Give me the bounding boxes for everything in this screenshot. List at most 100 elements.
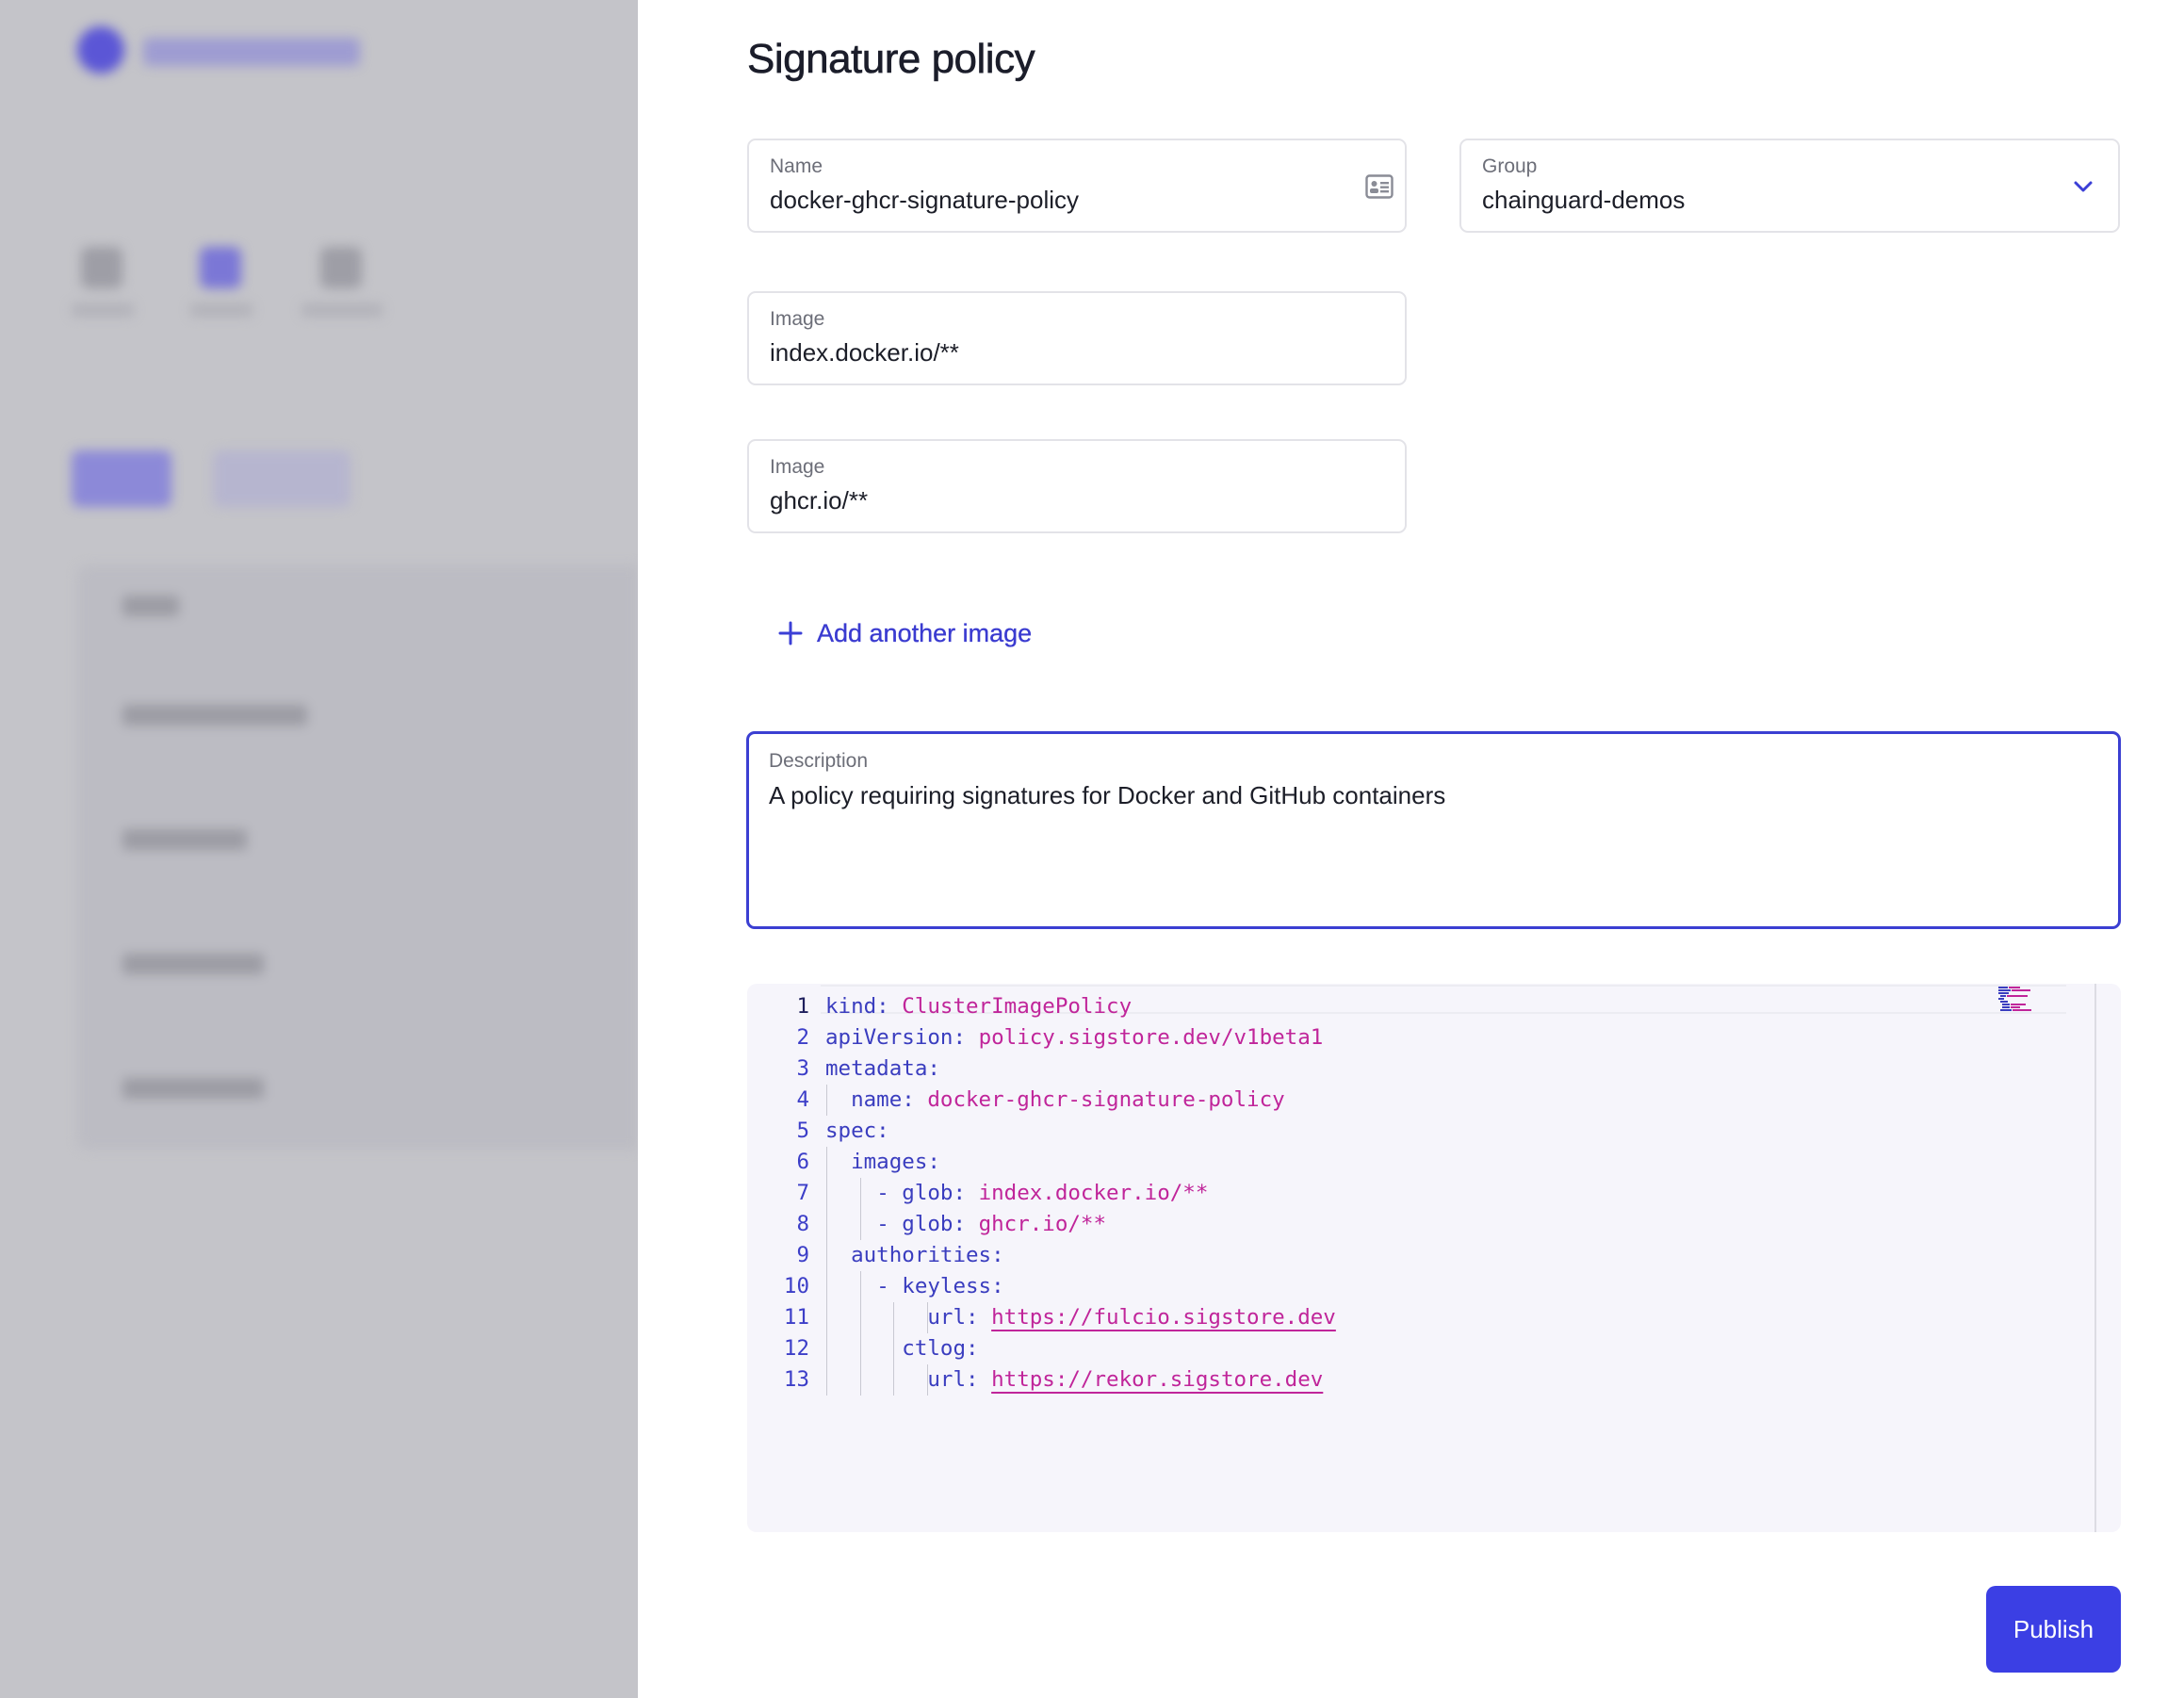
code-text[interactable]: name: docker-ghcr-signature-policy xyxy=(825,1085,1285,1116)
indent-guide xyxy=(826,1209,827,1240)
code-line[interactable]: 3 metadata: xyxy=(747,1053,2066,1085)
plus-icon xyxy=(778,621,803,645)
image-field-1[interactable]: Image index.docker.io/** xyxy=(747,291,1407,385)
code-line[interactable]: 13 url: https://rekor.sigstore.dev xyxy=(747,1364,2066,1396)
yaml-value: policy.sigstore.dev/v1beta1 xyxy=(978,1025,1324,1050)
image-field-2[interactable]: Image ghcr.io/** xyxy=(747,439,1407,533)
code-line[interactable]: 5 spec: xyxy=(747,1116,2066,1147)
yaml-key: authorities: xyxy=(851,1243,1004,1267)
line-number: 10 xyxy=(783,1274,809,1298)
yaml-value: ClusterImagePolicy xyxy=(902,994,1133,1019)
image-label: Image xyxy=(770,308,825,330)
code-text[interactable]: - keyless: xyxy=(825,1271,1004,1302)
add-another-image-button[interactable]: Add another image xyxy=(777,614,1032,652)
yaml-key: - glob: xyxy=(876,1181,967,1205)
chevron-down-icon[interactable] xyxy=(2071,174,2095,199)
name-field[interactable]: Name docker-ghcr-signature-policy xyxy=(747,139,1407,233)
code-text[interactable]: - glob: index.docker.io/** xyxy=(825,1178,1208,1209)
name-label: Name xyxy=(770,155,823,177)
yaml-key: metadata: xyxy=(825,1056,940,1081)
nav-icon xyxy=(320,247,362,288)
code-text[interactable]: authorities: xyxy=(825,1240,1004,1271)
indent-guide xyxy=(826,1333,827,1364)
yaml-key: - keyless: xyxy=(876,1274,1004,1298)
description-value[interactable]: A policy requiring signatures for Docker… xyxy=(769,781,1445,810)
yaml-key: url: xyxy=(927,1305,979,1330)
code-line[interactable]: 8 - glob: ghcr.io/** xyxy=(747,1209,2066,1240)
image-value[interactable]: index.docker.io/** xyxy=(770,338,959,367)
code-text[interactable]: metadata: xyxy=(825,1053,940,1085)
indent-guide xyxy=(859,1209,861,1240)
indent-guide xyxy=(826,1085,827,1116)
yaml-link-value[interactable]: https://rekor.sigstore.dev xyxy=(991,1367,1323,1392)
app-logo xyxy=(77,26,124,73)
line-number: 12 xyxy=(783,1336,809,1361)
code-text[interactable]: url: https://fulcio.sigstore.dev xyxy=(825,1302,1336,1333)
indent-guide xyxy=(826,1302,827,1333)
contact-card-icon xyxy=(1365,174,1394,199)
description-field[interactable]: Description A policy requiring signature… xyxy=(746,731,2121,929)
group-select[interactable]: Group chainguard-demos xyxy=(1459,139,2120,233)
yaml-key: name: xyxy=(851,1087,915,1112)
group-label: Group xyxy=(1482,155,1538,177)
code-line[interactable]: 9 authorities: xyxy=(747,1240,2066,1271)
code-line[interactable]: 6 images: xyxy=(747,1147,2066,1178)
indent-guide xyxy=(859,1333,861,1364)
code-text[interactable]: kind: ClusterImagePolicy xyxy=(825,991,1132,1022)
yaml-key: images: xyxy=(851,1150,940,1174)
name-value[interactable]: docker-ghcr-signature-policy xyxy=(770,186,1079,215)
image-value[interactable]: ghcr.io/** xyxy=(770,486,868,515)
editor-scrollbar[interactable] xyxy=(2094,984,2096,1532)
signature-policy-panel: Signature policy Name docker-ghcr-signat… xyxy=(638,0,2184,1698)
code-text[interactable]: images: xyxy=(825,1147,940,1178)
nav-icon xyxy=(81,247,122,288)
code-line[interactable]: 4 name: docker-ghcr-signature-policy xyxy=(747,1085,2066,1116)
line-number: 4 xyxy=(796,1087,809,1112)
yaml-value: ghcr.io/** xyxy=(978,1212,1107,1236)
indent-guide xyxy=(859,1364,861,1396)
code-text[interactable]: url: https://rekor.sigstore.dev xyxy=(825,1364,1323,1396)
indent-guide xyxy=(926,1302,928,1333)
code-text[interactable]: spec: xyxy=(825,1116,889,1147)
publish-button[interactable]: Publish xyxy=(1986,1586,2121,1673)
image-label: Image xyxy=(770,456,825,478)
blurred-background-app xyxy=(0,0,638,1698)
yaml-key: apiVersion: xyxy=(825,1025,967,1050)
yaml-code-editor[interactable]: 1 kind: ClusterImagePolicy 2 apiVersion: po… xyxy=(747,984,2121,1532)
yaml-value: index.docker.io/** xyxy=(978,1181,1209,1205)
yaml-link-value[interactable]: https://fulcio.sigstore.dev xyxy=(991,1305,1336,1330)
line-number: 6 xyxy=(796,1150,809,1174)
indent-guide xyxy=(826,1364,827,1396)
indent-guide xyxy=(826,1240,827,1271)
group-value: chainguard-demos xyxy=(1482,186,1686,214)
yaml-key: spec: xyxy=(825,1118,889,1143)
indent-guide xyxy=(926,1364,928,1396)
line-number: 9 xyxy=(796,1243,809,1267)
code-line[interactable]: 12 ctlog: xyxy=(747,1333,2066,1364)
yaml-value: docker-ghcr-signature-policy xyxy=(927,1087,1285,1112)
code-text[interactable]: apiVersion: policy.sigstore.dev/v1beta1 xyxy=(825,1022,1323,1053)
indent-guide xyxy=(859,1271,861,1302)
code-line[interactable]: 10 - keyless: xyxy=(747,1271,2066,1302)
indent-guide xyxy=(893,1333,895,1364)
code-line[interactable]: 7 - glob: index.docker.io/** xyxy=(747,1178,2066,1209)
line-number: 8 xyxy=(796,1212,809,1236)
line-number: 5 xyxy=(796,1118,809,1143)
yaml-key: - glob: xyxy=(876,1212,967,1236)
code-text[interactable]: ctlog: xyxy=(825,1333,978,1364)
indent-guide xyxy=(826,1271,827,1302)
indent-guide xyxy=(859,1302,861,1333)
code-line[interactable]: 1 kind: ClusterImagePolicy xyxy=(747,991,2066,1022)
code-line[interactable]: 2 apiVersion: policy.sigstore.dev/v1beta1 xyxy=(747,1022,2066,1053)
code-line[interactable]: 11 url: https://fulcio.sigstore.dev xyxy=(747,1302,2066,1333)
page-title: Signature policy xyxy=(747,36,1035,83)
code-text[interactable]: - glob: ghcr.io/** xyxy=(825,1209,1106,1240)
indent-guide xyxy=(826,1147,827,1178)
